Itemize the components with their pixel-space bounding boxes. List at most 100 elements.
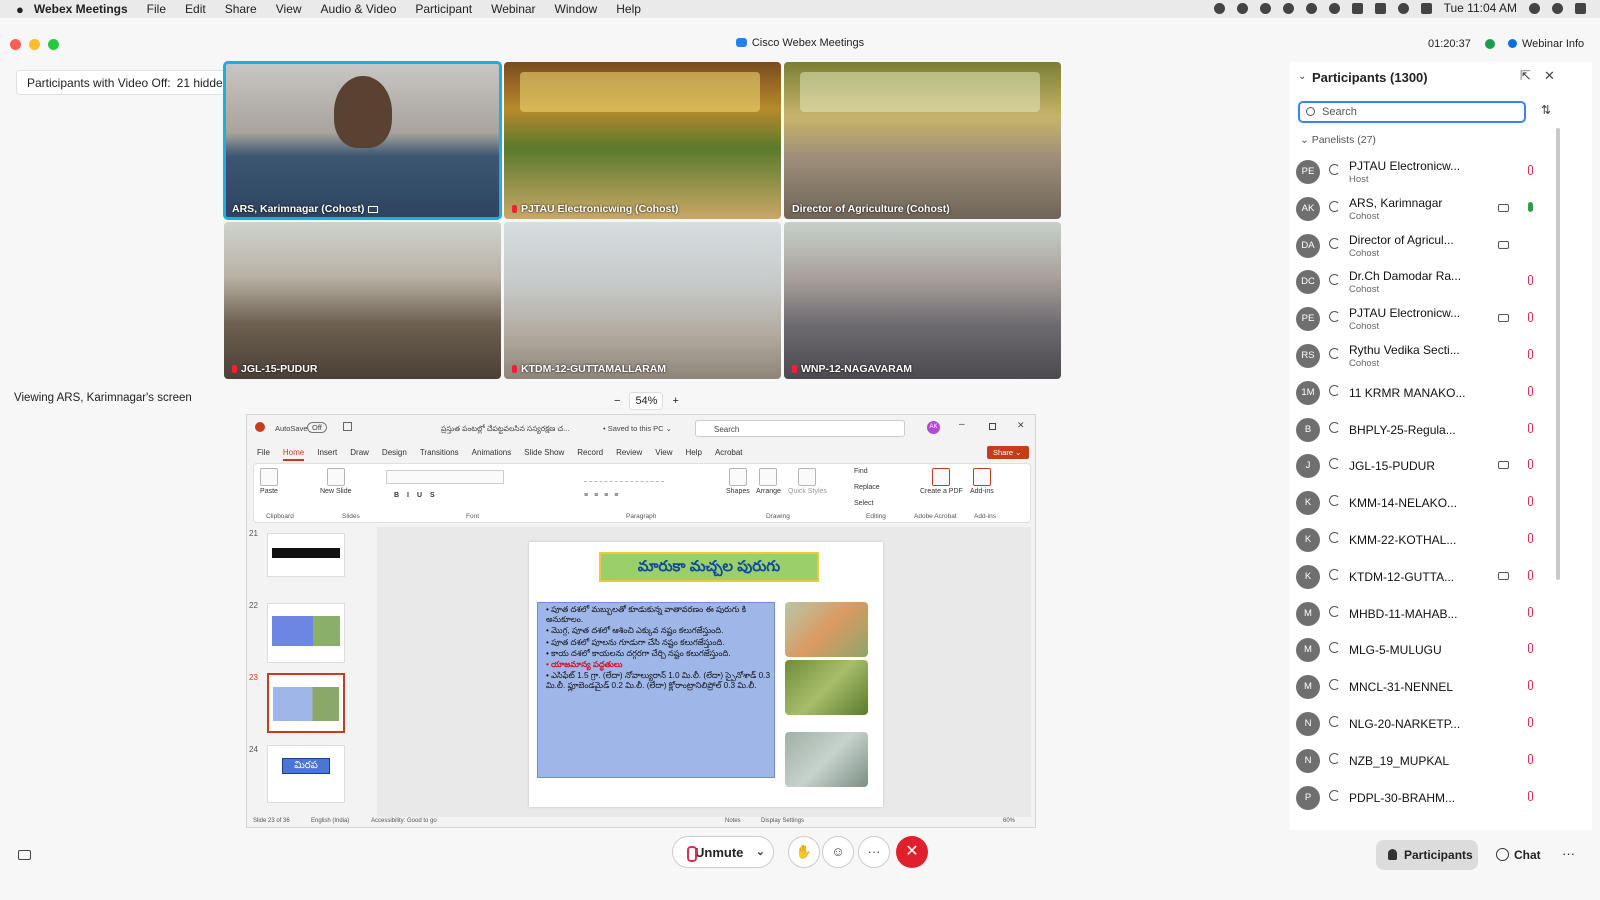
tab-record[interactable]: Record bbox=[577, 448, 603, 461]
tab-view[interactable]: View bbox=[655, 448, 672, 461]
menu-webinar[interactable]: Webinar bbox=[491, 2, 535, 16]
tab-draw[interactable]: Draw bbox=[350, 448, 369, 461]
tab-insert[interactable]: Insert bbox=[317, 448, 337, 461]
raise-hand-button[interactable]: ✋ bbox=[788, 836, 820, 868]
slide-text-box[interactable]: • పూత దశలో మబ్బులతో కూడుకున్న వాతావరణం ఈ… bbox=[537, 602, 775, 778]
control-center-icon[interactable] bbox=[1575, 2, 1586, 14]
quick-styles-button[interactable]: Quick Styles bbox=[788, 468, 827, 495]
chat-button[interactable]: Chat bbox=[1496, 848, 1541, 862]
accessibility-status[interactable]: Accessibility: Good to go bbox=[371, 818, 437, 824]
alignment-buttons[interactable]: ≡≡≡≡ bbox=[584, 492, 624, 499]
pop-out-icon[interactable]: ⇱ bbox=[1520, 68, 1531, 84]
font-name-field[interactable] bbox=[386, 470, 504, 484]
menu-edit[interactable]: Edit bbox=[185, 2, 206, 16]
slide-title[interactable]: మారుకా మచ్చల పురుగు bbox=[599, 552, 819, 582]
muted-mic-icon[interactable] bbox=[1528, 459, 1533, 470]
tab-review[interactable]: Review bbox=[616, 448, 642, 461]
zoom-out-button[interactable]: − bbox=[614, 395, 620, 407]
participant-row[interactable]: DC Dr.Ch Damodar Ra... Cohost bbox=[1290, 264, 1590, 300]
muted-mic-icon[interactable] bbox=[1528, 533, 1533, 543]
replace-button[interactable]: Replace bbox=[854, 484, 880, 491]
video-tile-ars-karimnagar[interactable]: ARS, Karimnagar (Cohost) bbox=[223, 61, 502, 220]
video-tile-jgl-15[interactable]: JGL-15-PUDUR bbox=[224, 222, 501, 379]
tab-animations[interactable]: Animations bbox=[472, 448, 512, 461]
close-panel-icon[interactable]: ✕ bbox=[1544, 68, 1555, 84]
tab-home[interactable]: Home bbox=[282, 448, 305, 461]
menu-extra-icon-2[interactable] bbox=[1259, 2, 1271, 14]
menu-app-name[interactable]: Webex Meetings bbox=[34, 2, 128, 16]
video-tile-pjtau[interactable]: PJTAU Electronicwing (Cohost) bbox=[504, 62, 781, 219]
menu-audio-video[interactable]: Audio & Video bbox=[321, 2, 397, 16]
find-button[interactable]: Find bbox=[854, 468, 868, 475]
mic-icon[interactable] bbox=[1528, 201, 1533, 212]
video-camera-icon[interactable] bbox=[1498, 203, 1509, 212]
participants-button[interactable]: Participants bbox=[1376, 840, 1478, 870]
add-ins-button[interactable]: Add-ins bbox=[970, 468, 994, 495]
battery-icon[interactable] bbox=[1374, 2, 1386, 14]
arrange-button[interactable]: Arrange bbox=[756, 468, 781, 495]
menubar-clock[interactable]: Tue 11:04 AM bbox=[1444, 1, 1517, 15]
ppt-share-button[interactable]: Share ⌄ bbox=[987, 446, 1029, 459]
account-avatar[interactable]: AK bbox=[927, 421, 940, 434]
paragraph-controls[interactable] bbox=[584, 472, 664, 482]
menu-help[interactable]: Help bbox=[616, 2, 641, 16]
tab-slide-show[interactable]: Slide Show bbox=[524, 448, 564, 461]
participant-row[interactable]: PE PJTAU Electronicw... Host bbox=[1290, 154, 1590, 190]
muted-mic-icon[interactable] bbox=[1528, 496, 1533, 507]
sort-icon[interactable]: ⇅ bbox=[1541, 103, 1551, 117]
time-machine-icon[interactable] bbox=[1282, 2, 1294, 14]
muted-mic-icon[interactable] bbox=[1528, 680, 1533, 691]
reactions-button[interactable]: ☺ bbox=[822, 836, 854, 868]
zoom-in-button[interactable]: + bbox=[672, 395, 678, 407]
slide-thumbnail-23[interactable] bbox=[267, 673, 345, 733]
participant-row[interactable]: DA Director of Agricul... Cohost bbox=[1290, 228, 1590, 264]
more-icon[interactable]: ··· bbox=[1562, 846, 1575, 861]
participant-row[interactable]: N NZB_19_MUPKAL bbox=[1290, 743, 1590, 779]
autosave-toggle[interactable]: Off bbox=[307, 422, 327, 433]
participant-row[interactable]: J JGL-15-PUDUR bbox=[1290, 448, 1590, 484]
participant-row[interactable]: AK ARS, Karimnagar Cohost bbox=[1290, 191, 1590, 227]
tab-transitions[interactable]: Transitions bbox=[420, 448, 459, 461]
participant-row[interactable]: M MHBD-11-MAHAB... bbox=[1290, 596, 1590, 632]
end-call-button[interactable]: ✕ bbox=[896, 836, 928, 868]
shield-icon[interactable] bbox=[1485, 39, 1495, 49]
video-camera-icon[interactable] bbox=[1498, 571, 1509, 580]
language-status[interactable]: English (India) bbox=[311, 818, 349, 824]
notes-button[interactable]: Notes bbox=[725, 818, 741, 824]
muted-mic-icon[interactable] bbox=[1528, 349, 1533, 359]
participant-row[interactable]: B BHPLY-25-Regula... bbox=[1290, 412, 1590, 448]
muted-mic-icon[interactable] bbox=[1528, 275, 1533, 286]
captions-icon[interactable] bbox=[18, 850, 31, 860]
create-pdf-button[interactable]: Create a PDF bbox=[920, 468, 963, 495]
new-slide-button[interactable]: New Slide bbox=[320, 468, 352, 495]
participant-row[interactable]: 1M 11 KRMR MANAKO... bbox=[1290, 375, 1590, 411]
panelists-section-header[interactable]: ⌄ Panelists (27) bbox=[1300, 134, 1376, 146]
unmute-button[interactable]: Unmute ⌄ bbox=[672, 836, 774, 868]
participant-row[interactable]: PE PJTAU Electronicw... Cohost bbox=[1290, 301, 1590, 337]
airplay-icon[interactable] bbox=[1351, 2, 1363, 14]
participant-row[interactable]: K KMM-14-NELAKO... bbox=[1290, 485, 1590, 521]
muted-mic-icon[interactable] bbox=[1528, 643, 1533, 654]
participant-row[interactable]: N NLG-20-NARKETP... bbox=[1290, 706, 1590, 742]
participant-row[interactable]: K KMM-22-KOTHAL... bbox=[1290, 522, 1590, 558]
menu-participant[interactable]: Participant bbox=[415, 2, 472, 16]
display-settings-button[interactable]: Display Settings bbox=[761, 818, 804, 824]
video-camera-icon[interactable] bbox=[1498, 314, 1509, 323]
siri-icon[interactable] bbox=[1552, 2, 1563, 14]
minimize-icon[interactable]: – bbox=[959, 419, 965, 430]
slide-thumbnail-22[interactable] bbox=[267, 603, 345, 663]
video-camera-icon[interactable] bbox=[1498, 240, 1509, 249]
slide-thumbnail-24[interactable]: మిరప bbox=[267, 745, 345, 803]
webex-status-icon[interactable] bbox=[1213, 2, 1225, 14]
tab-help[interactable]: Help bbox=[686, 448, 702, 461]
tab-file[interactable]: File bbox=[257, 448, 270, 461]
slide-thumbnails[interactable]: 21 22 23 24 మిరప bbox=[247, 527, 367, 817]
tab-acrobat[interactable]: Acrobat bbox=[715, 448, 743, 461]
restore-icon[interactable] bbox=[989, 423, 996, 430]
muted-mic-icon[interactable] bbox=[1528, 165, 1533, 175]
chevron-down-icon[interactable]: ⌄ bbox=[1298, 71, 1306, 82]
participant-row[interactable]: M MLG-5-MULUGU bbox=[1290, 632, 1590, 668]
video-off-indicator[interactable]: Participants with Video Off: 21 hidden bbox=[16, 70, 234, 95]
current-slide[interactable]: మారుకా మచ్చల పురుగు • పూత దశలో మబ్బులతో … bbox=[529, 542, 883, 807]
menu-view[interactable]: View bbox=[276, 2, 302, 16]
